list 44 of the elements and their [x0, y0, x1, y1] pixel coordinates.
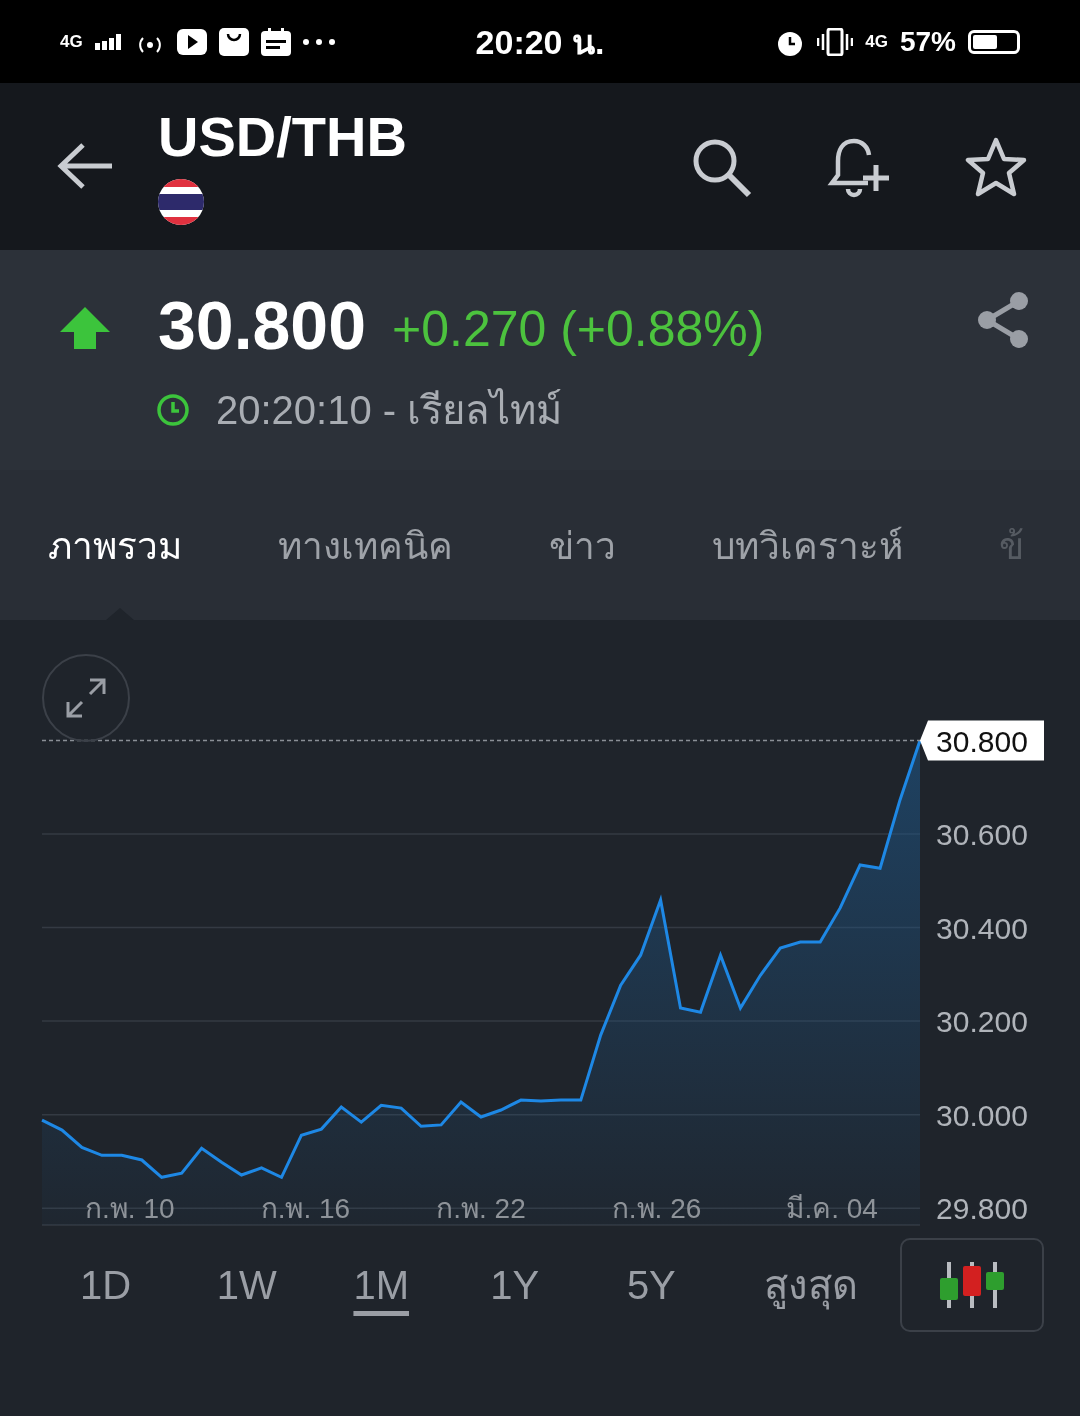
more-icon — [302, 38, 335, 45]
battery-icon — [968, 29, 1020, 54]
back-arrow-icon[interactable] — [56, 141, 114, 191]
range-tab[interactable]: สูงสุด — [763, 1245, 901, 1325]
axis-label: 29.800 — [936, 1192, 1028, 1226]
range-tab[interactable]: 1W — [216, 1254, 354, 1316]
axis-label: ก.พ. 10 — [85, 1193, 175, 1224]
range-tab[interactable]: 1M — [353, 1254, 491, 1316]
range-tab[interactable]: 5Y — [626, 1254, 764, 1316]
axis-label: 30.000 — [936, 1098, 1028, 1132]
battery-percent: 57% — [899, 25, 956, 58]
tab[interactable]: บทวิเคราะห์ — [712, 470, 903, 620]
clock-time: 20:20 น. — [475, 21, 605, 63]
axis-label: 30.400 — [936, 911, 1028, 945]
network-label: 4G — [865, 31, 888, 52]
play-icon — [176, 28, 207, 55]
vibrate-icon — [817, 27, 854, 56]
axis-label: ก.พ. 26 — [611, 1193, 702, 1224]
bag-icon — [218, 27, 249, 56]
signal-icon — [94, 33, 123, 50]
axis-label: ก.พ. 22 — [436, 1193, 526, 1224]
range-tab[interactable]: 1Y — [490, 1254, 627, 1316]
range-tab[interactable]: 1D — [80, 1254, 217, 1316]
last-price-tag: 30.800 — [920, 720, 1044, 761]
flag-icon — [158, 179, 204, 225]
price-change: +0.270 (+0.88%) — [392, 300, 765, 358]
y-tick-label: 30.800 — [936, 724, 1028, 758]
clock-icon — [156, 393, 190, 427]
star-icon[interactable] — [964, 136, 1028, 198]
axis-label: มี.ค. 04 — [786, 1193, 878, 1224]
calendar-icon — [260, 27, 291, 56]
expand-button[interactable] — [42, 654, 130, 742]
expand-icon — [64, 676, 108, 720]
axis-label: 30.600 — [936, 818, 1028, 852]
tab[interactable]: ทางเทคนิค — [278, 470, 453, 620]
quote-time: 20:20:10 - เรียลไทม์ — [216, 387, 563, 434]
pair-title: USD/THB — [158, 109, 407, 165]
tab[interactable]: ข่าว — [549, 470, 616, 620]
share-icon[interactable] — [976, 291, 1030, 349]
axis-label: ก.พ. 16 — [260, 1193, 351, 1224]
axis-label: 30.200 — [936, 1005, 1028, 1039]
price-value: 30.800 — [158, 286, 366, 364]
candlestick-button[interactable] — [900, 1238, 1045, 1332]
network-label: 4G — [60, 31, 83, 52]
